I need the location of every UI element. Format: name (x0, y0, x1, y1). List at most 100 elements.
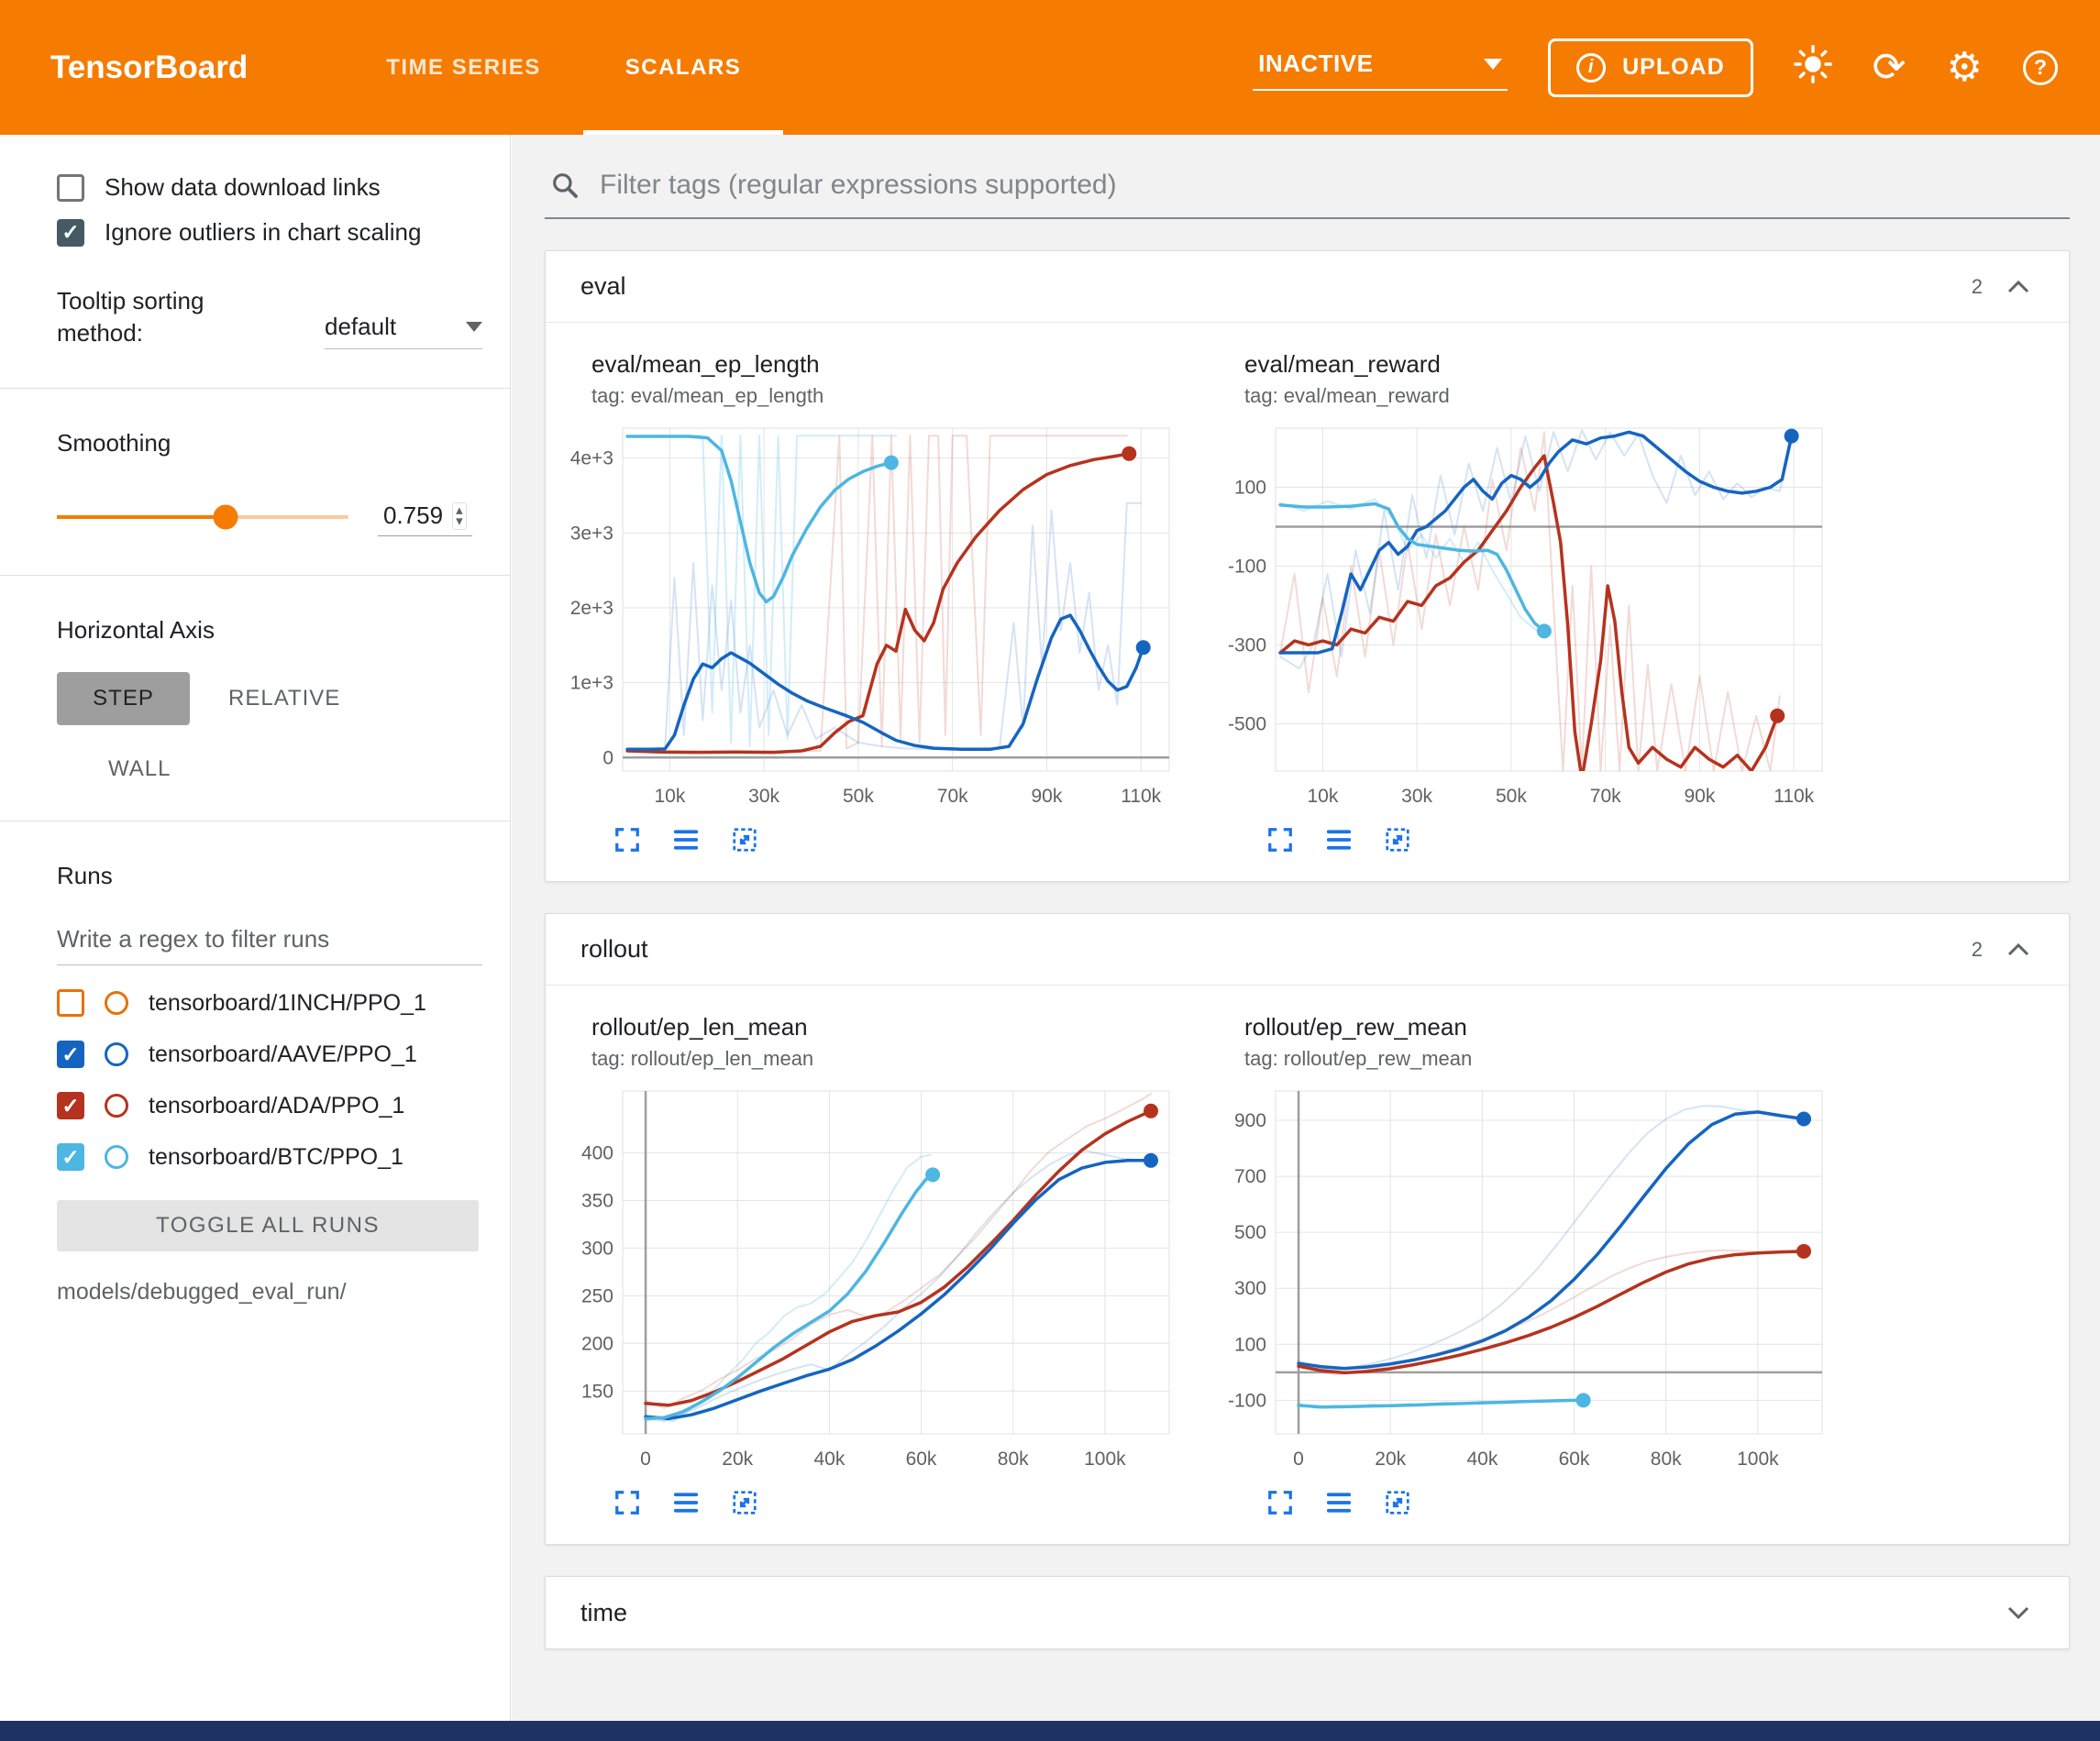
fit-domain-button[interactable] (1382, 1487, 1413, 1518)
maximize-chart-button[interactable] (612, 1487, 643, 1518)
run-checkbox[interactable] (57, 1092, 84, 1119)
smoothing-slider-knob[interactable] (214, 505, 238, 530)
collapse-section-button[interactable] (2003, 934, 2034, 965)
axis-relative-button[interactable]: RELATIVE (228, 686, 340, 711)
maximize-chart-button[interactable] (1265, 824, 1296, 855)
tooltip-sorting-select[interactable]: default (325, 313, 482, 349)
endpoint-dot-BTC-smoothed (1537, 623, 1552, 638)
endpoint-dot-ADA-smoothed (1770, 709, 1785, 723)
endpoint-dot-BTC-smoothed (925, 1167, 940, 1182)
refresh-icon[interactable]: ⟳ (1873, 48, 1907, 88)
fullscreen-icon (613, 826, 641, 854)
info-icon: i (1576, 53, 1606, 83)
status-dropdown[interactable]: INACTIVE (1253, 44, 1508, 91)
section-rollout-header[interactable]: rollout 2 (546, 914, 2069, 986)
line-chart[interactable]: 10k30k50k70k90k110k01e+32e+33e+34e+3 (553, 415, 1186, 815)
section-eval: eval 2 eval/mean_ep_length tag: eval/mea… (545, 250, 2070, 882)
line-chart-svg[interactable]: 10k30k50k70k90k110k01e+32e+33e+34e+3 (553, 415, 1186, 815)
endpoint-dot-AAVE-smoothed (1136, 640, 1151, 655)
toggle-all-runs-button[interactable]: TOGGLE ALL RUNS (57, 1200, 479, 1251)
run-checkbox[interactable] (57, 1143, 84, 1171)
fit-domain-button[interactable] (1382, 824, 1413, 855)
show-download-links-row[interactable]: Show data download links (57, 173, 482, 202)
run-checkbox[interactable] (57, 1041, 84, 1068)
chart-data-button[interactable] (670, 1487, 702, 1518)
maximize-chart-button[interactable] (1265, 1487, 1296, 1518)
brightness-icon[interactable] (1794, 45, 1832, 91)
x-tick-label: 40k (1466, 1449, 1498, 1470)
line-chart[interactable]: 10k30k50k70k90k110k100-100-300-500 (1206, 415, 1839, 815)
fit-domain-button[interactable] (729, 824, 760, 855)
section-eval-header[interactable]: eval 2 (546, 251, 2069, 323)
smoothing-row: 0.759 (57, 498, 482, 536)
line-chart-svg[interactable]: 10k30k50k70k90k110k100-100-300-500 (1206, 415, 1839, 815)
upload-button-label: UPLOAD (1622, 54, 1725, 81)
chart-toolbar (612, 1487, 1206, 1518)
checkbox-icon[interactable] (57, 174, 84, 202)
section-count-badge: 2 (1972, 938, 1983, 962)
chart-tag: tag: eval/mean_ep_length (591, 384, 1206, 408)
number-stepper-icon[interactable] (452, 502, 467, 530)
section-time-header[interactable]: time (546, 1577, 2069, 1648)
x-tick-label: 30k (1401, 786, 1432, 807)
tooltip-sorting-label: Tooltip sorting method: (57, 285, 259, 349)
run-color-circle (105, 1042, 128, 1066)
smoothing-value-input[interactable]: 0.759 (378, 498, 472, 536)
maximize-chart-button[interactable] (612, 824, 643, 855)
sidebar-divider (0, 575, 510, 576)
x-tick-label: 30k (748, 786, 779, 807)
tab-time-series[interactable]: TIME SERIES (344, 0, 583, 135)
expand-section-button[interactable] (2003, 1597, 2034, 1628)
run-label: tensorboard/1INCH/PPO_1 (149, 990, 426, 1017)
y-tick-label: 900 (1234, 1110, 1266, 1131)
chart-toolbar (612, 824, 1206, 855)
chart-card: rollout/ep_len_mean tag: rollout/ep_len_… (553, 1013, 1206, 1524)
endpoint-dot-BTC-smoothed (884, 456, 899, 470)
tooltip-sorting-value: default (325, 313, 396, 341)
fit-domain-icon (731, 1489, 758, 1516)
plot-area (623, 1091, 1169, 1434)
y-tick-label: 200 (581, 1333, 613, 1354)
app-title: TensorBoard (50, 50, 248, 86)
chart-data-button[interactable] (1323, 824, 1354, 855)
settings-gear-icon[interactable]: ⚙ (1947, 48, 1983, 88)
line-chart-svg[interactable]: 020k40k60k80k100k150200250300350400 (553, 1078, 1186, 1478)
eval-charts-row: eval/mean_ep_length tag: eval/mean_ep_le… (546, 323, 2069, 881)
axis-step-button[interactable]: STEP (57, 672, 190, 725)
x-tick-label: 40k (813, 1449, 845, 1470)
ignore-outliers-row[interactable]: Ignore outliers in chart scaling (57, 218, 482, 247)
y-tick-label: 100 (1234, 1334, 1266, 1355)
tag-filter-input[interactable] (600, 170, 2064, 201)
x-tick-label: 70k (937, 786, 968, 807)
y-tick-label: 1e+3 (570, 673, 613, 694)
y-tick-label: 250 (581, 1285, 613, 1306)
fit-domain-icon (731, 826, 758, 854)
axis-wall-button[interactable]: WALL (108, 756, 482, 782)
line-chart[interactable]: 020k40k60k80k100k150200250300350400 (553, 1078, 1186, 1478)
chart-toolbar (1265, 824, 1859, 855)
run-item[interactable]: tensorboard/BTC/PPO_1 (57, 1143, 482, 1171)
x-tick-label: 80k (1651, 1449, 1682, 1470)
chart-card: eval/mean_ep_length tag: eval/mean_ep_le… (553, 350, 1206, 861)
run-item[interactable]: tensorboard/AAVE/PPO_1 (57, 1041, 482, 1068)
help-icon[interactable]: ? (2023, 50, 2058, 85)
run-item[interactable]: tensorboard/ADA/PPO_1 (57, 1092, 482, 1119)
run-item[interactable]: tensorboard/1INCH/PPO_1 (57, 989, 482, 1017)
x-tick-label: 110k (1774, 786, 1814, 807)
tab-scalars[interactable]: SCALARS (583, 0, 784, 135)
chart-data-button[interactable] (1323, 1487, 1354, 1518)
chevron-down-icon (2006, 1605, 2030, 1620)
runs-filter-input[interactable] (57, 916, 482, 965)
line-chart-svg[interactable]: 020k40k60k80k100k-100100300500700900 (1206, 1078, 1839, 1478)
smoothing-slider[interactable] (57, 515, 348, 519)
run-checkbox[interactable] (57, 989, 84, 1017)
fit-domain-button[interactable] (729, 1487, 760, 1518)
y-tick-label: 400 (581, 1143, 613, 1164)
collapse-section-button[interactable] (2003, 271, 2034, 303)
line-chart[interactable]: 020k40k60k80k100k-100100300500700900 (1206, 1078, 1839, 1478)
checkbox-icon[interactable] (57, 219, 84, 247)
rollout-charts-row: rollout/ep_len_mean tag: rollout/ep_len_… (546, 986, 2069, 1544)
upload-button[interactable]: i UPLOAD (1548, 39, 1753, 97)
chart-tag: tag: rollout/ep_len_mean (591, 1047, 1206, 1071)
chart-data-button[interactable] (670, 824, 702, 855)
